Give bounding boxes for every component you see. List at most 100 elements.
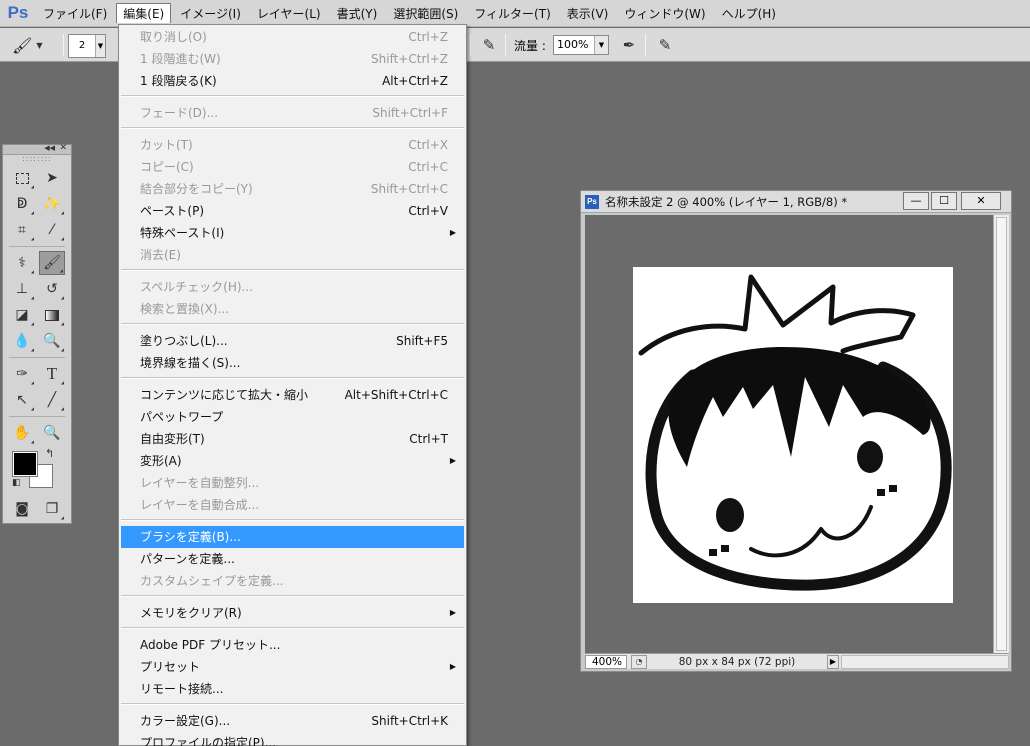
- path-selection-tool[interactable]: ↖ ◢: [9, 388, 35, 412]
- edit-menu-item[interactable]: 特殊ペースト(I) ▶: [121, 222, 464, 244]
- edit-menu-item[interactable]: 自由変形(T) Ctrl+T: [121, 428, 464, 450]
- dodge-tool[interactable]: 🔍 ◢: [39, 329, 65, 353]
- healing-brush-icon: ⚕: [18, 255, 26, 271]
- edit-menu-item[interactable]: 結合部分をコピー(Y) Shift+Ctrl+C: [121, 178, 464, 200]
- edit-menu-item[interactable]: 1 段階戻る(K) Alt+Ctrl+Z: [121, 70, 464, 92]
- close-icon[interactable]: ✕: [59, 143, 67, 153]
- quick-mask-button[interactable]: ◙: [9, 497, 35, 521]
- type-icon: T: [46, 364, 58, 383]
- edit-menu-item[interactable]: ブラシを定義(B)...: [121, 526, 464, 548]
- edit-menu-item[interactable]: カスタムシェイプを定義...: [121, 570, 464, 592]
- default-colors-icon[interactable]: ◧: [12, 478, 21, 488]
- maximize-button[interactable]: ☐: [931, 192, 957, 210]
- menu-select[interactable]: 選択範囲(S): [386, 3, 465, 23]
- edit-menu-item[interactable]: フェード(D)... Shift+Ctrl+F: [121, 102, 464, 124]
- menu-image[interactable]: イメージ(I): [173, 3, 248, 23]
- horizontal-scrollbar[interactable]: [841, 654, 1009, 669]
- swap-colors-icon[interactable]: ↰: [45, 447, 54, 460]
- menu-edit[interactable]: 編集(E): [116, 3, 172, 23]
- edit-menu-item[interactable]: メモリをクリア(R) ▶: [121, 602, 464, 624]
- edit-menu-item[interactable]: レイヤーを自動合成...: [121, 494, 464, 516]
- hand-tool[interactable]: ✋ ◢: [9, 421, 35, 445]
- menu-item-label: 結合部分をコピー(Y): [140, 182, 253, 196]
- minimize-button[interactable]: —: [903, 192, 929, 210]
- healing-brush-tool[interactable]: ⚕ ◢: [9, 251, 35, 275]
- brush-tool[interactable]: 🖌 ◢: [39, 251, 65, 275]
- edit-menu-item[interactable]: 検索と置換(X)...: [121, 298, 464, 320]
- pen-tool[interactable]: ✑ ◢: [9, 362, 35, 386]
- edit-menu-item[interactable]: カット(T) Ctrl+X: [121, 134, 464, 156]
- edit-menu-item[interactable]: 境界線を描く(S)...: [121, 352, 464, 374]
- edit-menu-item[interactable]: コピー(C) Ctrl+C: [121, 156, 464, 178]
- marquee-tool[interactable]: ◢: [9, 166, 35, 190]
- crop-tool[interactable]: ⌗ ◢: [9, 218, 35, 242]
- status-menu-arrow-icon[interactable]: ▶: [827, 654, 839, 669]
- brush-preset-picker[interactable]: 🖌 ▼: [12, 34, 62, 56]
- edit-menu-item[interactable]: Adobe PDF プリセット...: [121, 634, 464, 656]
- collapse-icon[interactable]: ◀◀: [44, 144, 55, 152]
- eraser-icon: ◪: [15, 307, 29, 323]
- canvas-area[interactable]: [585, 215, 993, 653]
- tools-panel-header[interactable]: ◀◀ ✕: [3, 143, 71, 155]
- menu-item-label: 塗りつぶし(L)...: [140, 334, 228, 348]
- menu-help[interactable]: ヘルプ(H): [715, 3, 783, 23]
- brush-size-picker[interactable]: 2 ▼: [68, 34, 106, 58]
- menu-separator: [121, 377, 464, 379]
- status-info-icon[interactable]: ◔: [631, 654, 647, 669]
- menu-item-label: メモリをクリア(R): [140, 606, 242, 620]
- magic-wand-tool[interactable]: ✨ ◢: [39, 192, 65, 216]
- history-brush-tool[interactable]: ↺ ◢: [39, 277, 65, 301]
- document-title-bar[interactable]: Ps 名称未設定 2 @ 400% (レイヤー 1, RGB/8) * — ☐ …: [581, 191, 1011, 213]
- edit-menu-item[interactable]: プロファイルの指定(P)...: [121, 732, 464, 746]
- flow-field[interactable]: 100% ▼: [553, 35, 609, 55]
- edit-menu-item[interactable]: ペースト(P) Ctrl+V: [121, 200, 464, 222]
- menu-item-label: Adobe PDF プリセット...: [140, 638, 281, 652]
- foreground-color[interactable]: [12, 451, 38, 477]
- edit-menu-item[interactable]: コンテンツに応じて拡大・縮小 Alt+Shift+Ctrl+C: [121, 384, 464, 406]
- menu-type[interactable]: 書式(Y): [330, 3, 385, 23]
- pressure-opacity-icon[interactable]: ✎: [480, 36, 498, 54]
- canvas-image[interactable]: [633, 267, 953, 603]
- zoom-tool[interactable]: 🔍: [39, 421, 65, 445]
- menu-layer[interactable]: レイヤー(L): [250, 3, 328, 23]
- edit-menu-item[interactable]: レイヤーを自動整列...: [121, 472, 464, 494]
- edit-menu-item[interactable]: 1 段階進む(W) Shift+Ctrl+Z: [121, 48, 464, 70]
- edit-menu-item[interactable]: 塗りつぶし(L)... Shift+F5: [121, 330, 464, 352]
- document-title: 名称未設定 2 @ 400% (レイヤー 1, RGB/8) *: [605, 194, 848, 209]
- menu-filter[interactable]: フィルター(T): [467, 3, 557, 23]
- scrollbar-thumb[interactable]: [996, 217, 1007, 651]
- zoom-level[interactable]: 400%: [585, 654, 627, 669]
- edit-menu-item[interactable]: パペットワープ: [121, 406, 464, 428]
- edit-menu-item[interactable]: カラー設定(G)... Shift+Ctrl+K: [121, 710, 464, 732]
- blur-tool[interactable]: 💧 ◢: [9, 329, 35, 353]
- menu-item-shortcut: Ctrl+Z: [408, 30, 448, 44]
- gradient-tool[interactable]: ◢: [39, 303, 65, 327]
- line-tool[interactable]: ╱ ◢: [39, 388, 65, 412]
- edit-menu-item[interactable]: 取り消し(O) Ctrl+Z: [121, 26, 464, 48]
- submenu-arrow-icon: ▶: [449, 456, 456, 465]
- close-button[interactable]: ✕: [961, 192, 1001, 210]
- move-tool[interactable]: ➤: [39, 166, 65, 190]
- pen-icon: ✑: [16, 366, 28, 382]
- edit-menu-item[interactable]: スペルチェック(H)...: [121, 276, 464, 298]
- vertical-scrollbar[interactable]: [993, 215, 1009, 653]
- eraser-tool[interactable]: ◪ ◢: [9, 303, 35, 327]
- edit-menu-item[interactable]: 消去(E): [121, 244, 464, 266]
- menu-window[interactable]: ウィンドウ(W): [617, 3, 712, 23]
- menu-item-shortcut: Shift+Ctrl+Z: [371, 52, 448, 66]
- menu-file[interactable]: ファイル(F): [36, 3, 114, 23]
- menu-view[interactable]: 表示(V): [560, 3, 616, 23]
- pressure-size-icon[interactable]: ✎: [656, 36, 674, 54]
- history-brush-icon: ↺: [46, 281, 58, 297]
- type-tool[interactable]: T ◢: [39, 362, 65, 386]
- edit-menu-item[interactable]: プリセット ▶: [121, 656, 464, 678]
- clone-stamp-tool[interactable]: ⊥ ◢: [9, 277, 35, 301]
- screen-mode-button[interactable]: ❐ ◢: [39, 497, 65, 521]
- lasso-tool[interactable]: ↁ ◢: [9, 192, 35, 216]
- edit-menu-item[interactable]: パターンを定義...: [121, 548, 464, 570]
- grip-icon[interactable]: ::::::::: [3, 155, 71, 165]
- edit-menu-item[interactable]: 変形(A) ▶: [121, 450, 464, 472]
- airbrush-icon[interactable]: ✒: [620, 36, 638, 54]
- edit-menu-item[interactable]: リモート接続...: [121, 678, 464, 700]
- eyedropper-tool[interactable]: ⁄ ◢: [39, 218, 65, 242]
